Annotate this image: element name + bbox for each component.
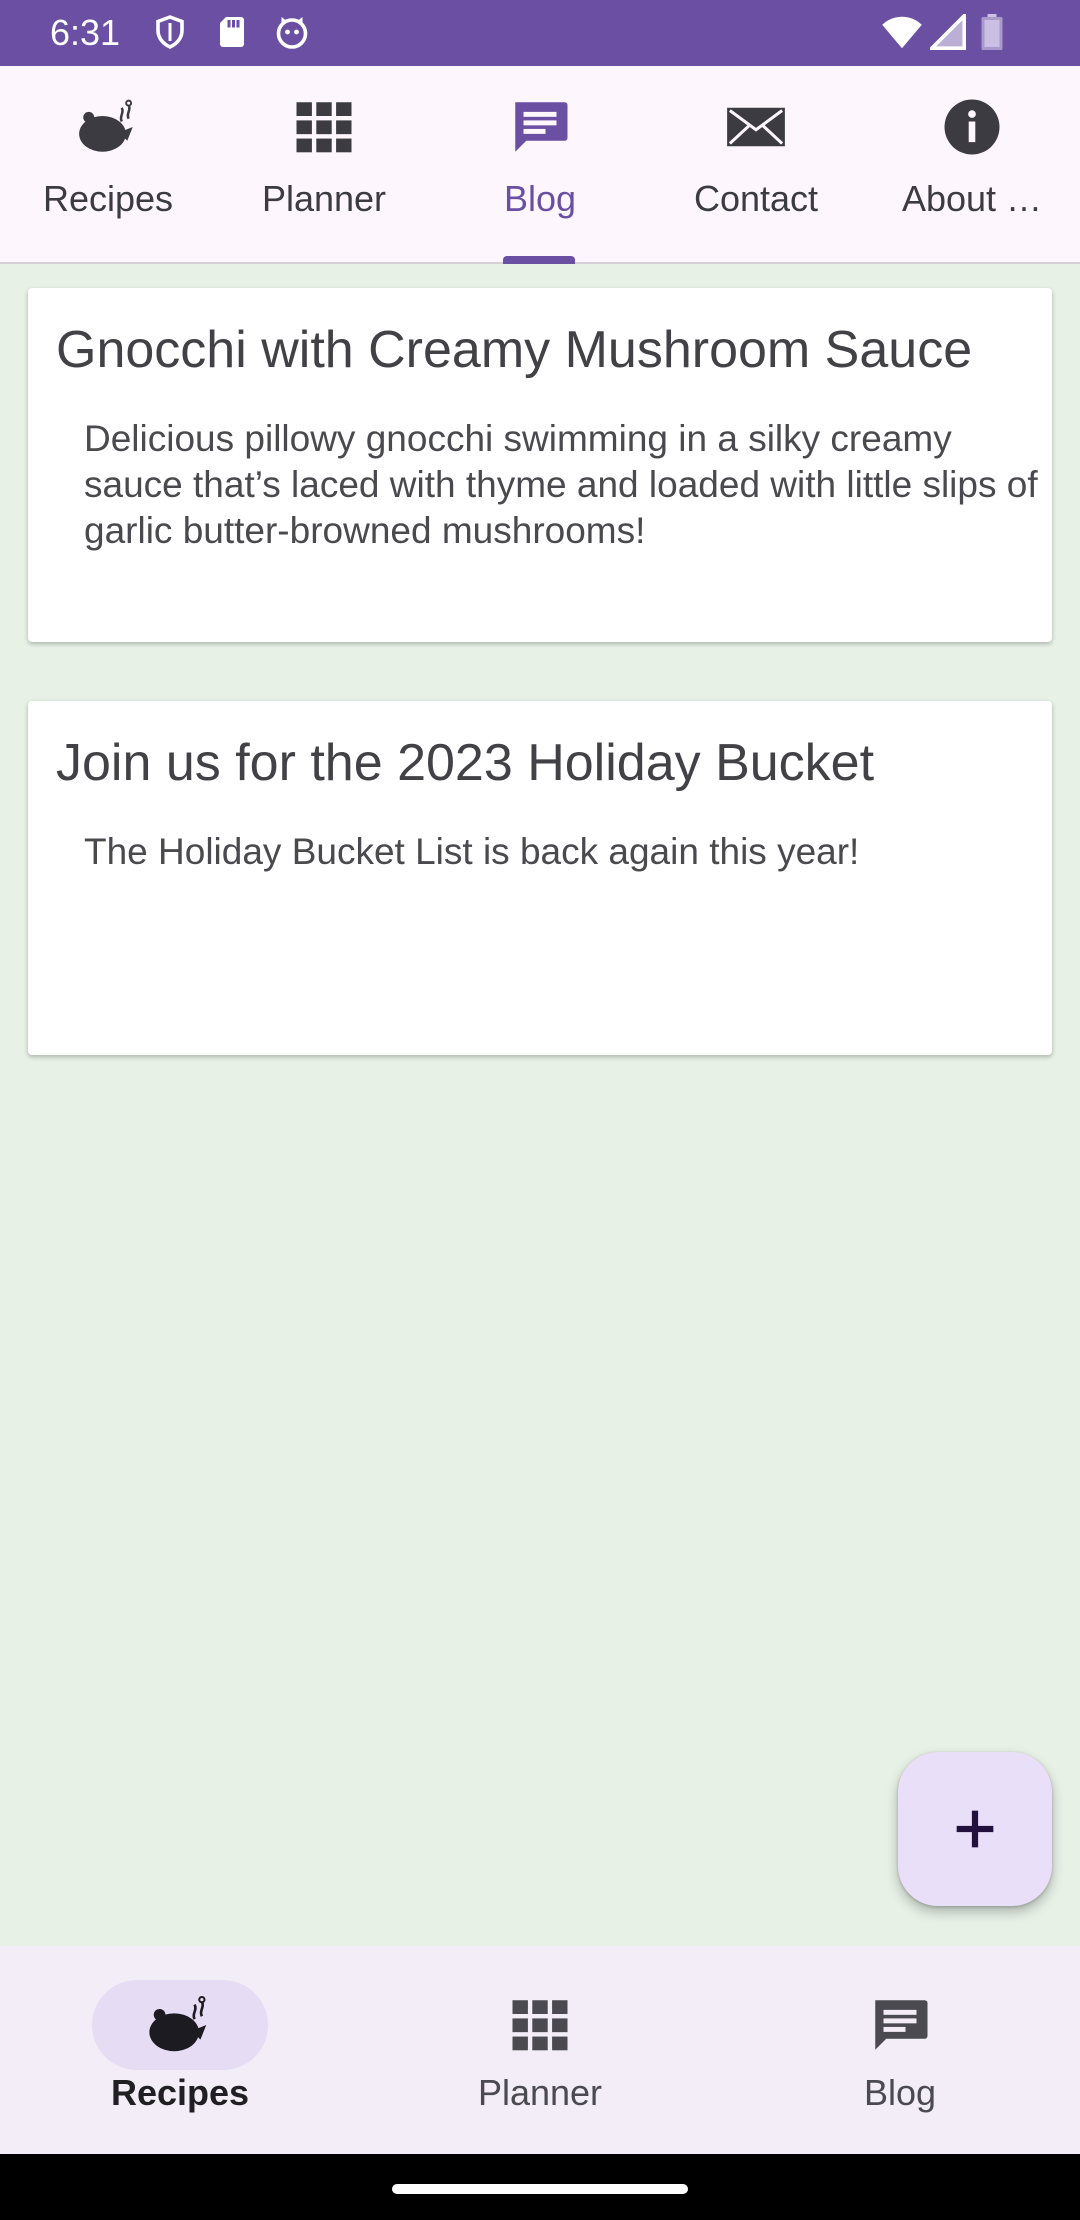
- nav-label: Recipes: [110, 2072, 250, 2113]
- tab-planner[interactable]: Planner: [216, 66, 432, 262]
- sd-card-icon: [220, 17, 244, 47]
- status-bar: 6:31: [0, 0, 1080, 66]
- tab-label: Planner: [261, 178, 387, 219]
- nav-active-indicator: [92, 1980, 268, 2070]
- nav-blog[interactable]: Blog: [720, 1946, 1080, 2154]
- comment-icon: [515, 102, 568, 152]
- cell-signal-icon: [930, 14, 966, 50]
- post-summary: The Holiday Bucket List is back again th…: [84, 831, 860, 872]
- nav-planner[interactable]: Planner: [360, 1946, 720, 2154]
- active-tab-indicator: [503, 256, 575, 264]
- teapot-icon: [79, 99, 133, 152]
- envelope-icon: [727, 107, 785, 147]
- tab-about[interactable]: About …: [864, 66, 1080, 262]
- system-gesture-area: [0, 2154, 1080, 2220]
- blog-post-card[interactable]: Join us for the 2023 Holiday Bucket The …: [28, 701, 1052, 1055]
- tab-label: Blog: [503, 178, 577, 219]
- plus-icon: [956, 1810, 994, 1848]
- grid-icon: [512, 2000, 568, 2051]
- post-title: Join us for the 2023 Holiday Bucket: [56, 734, 875, 792]
- add-post-button[interactable]: [898, 1752, 1052, 1906]
- post-title: Gnocchi with Creamy Mushroom Sauce: [56, 321, 973, 379]
- tab-label: Contact: [693, 178, 819, 219]
- status-time: 6:31: [50, 12, 121, 53]
- tab-label: About …: [901, 178, 1043, 219]
- teapot-icon: [149, 1995, 207, 2052]
- grid-icon: [296, 102, 352, 153]
- wifi-icon: [882, 16, 922, 49]
- blog-post-card[interactable]: Gnocchi with Creamy Mushroom Sauce Delic…: [28, 288, 1052, 642]
- tab-recipes[interactable]: Recipes: [0, 66, 216, 262]
- info-icon: [944, 99, 1000, 155]
- bottom-navigation: Recipes Planner Blog: [0, 1946, 1080, 2154]
- nav-recipes[interactable]: Recipes: [0, 1946, 360, 2154]
- post-summary: Delicious pillowy gnocchi swimming in a …: [84, 418, 1038, 551]
- tab-blog[interactable]: Blog: [432, 66, 648, 262]
- home-gesture-handle[interactable]: [392, 2184, 688, 2194]
- top-tab-bar: Recipes Planner Blog Contact About …: [0, 66, 1080, 264]
- battery-icon: [981, 14, 1003, 50]
- nav-label: Blog: [863, 2072, 937, 2113]
- comment-icon: [875, 2000, 928, 2050]
- cat-face-icon: [276, 17, 308, 49]
- nav-label: Planner: [477, 2072, 603, 2113]
- tab-label: Recipes: [42, 178, 174, 219]
- tab-contact[interactable]: Contact: [648, 66, 864, 262]
- shield-icon: [156, 15, 184, 49]
